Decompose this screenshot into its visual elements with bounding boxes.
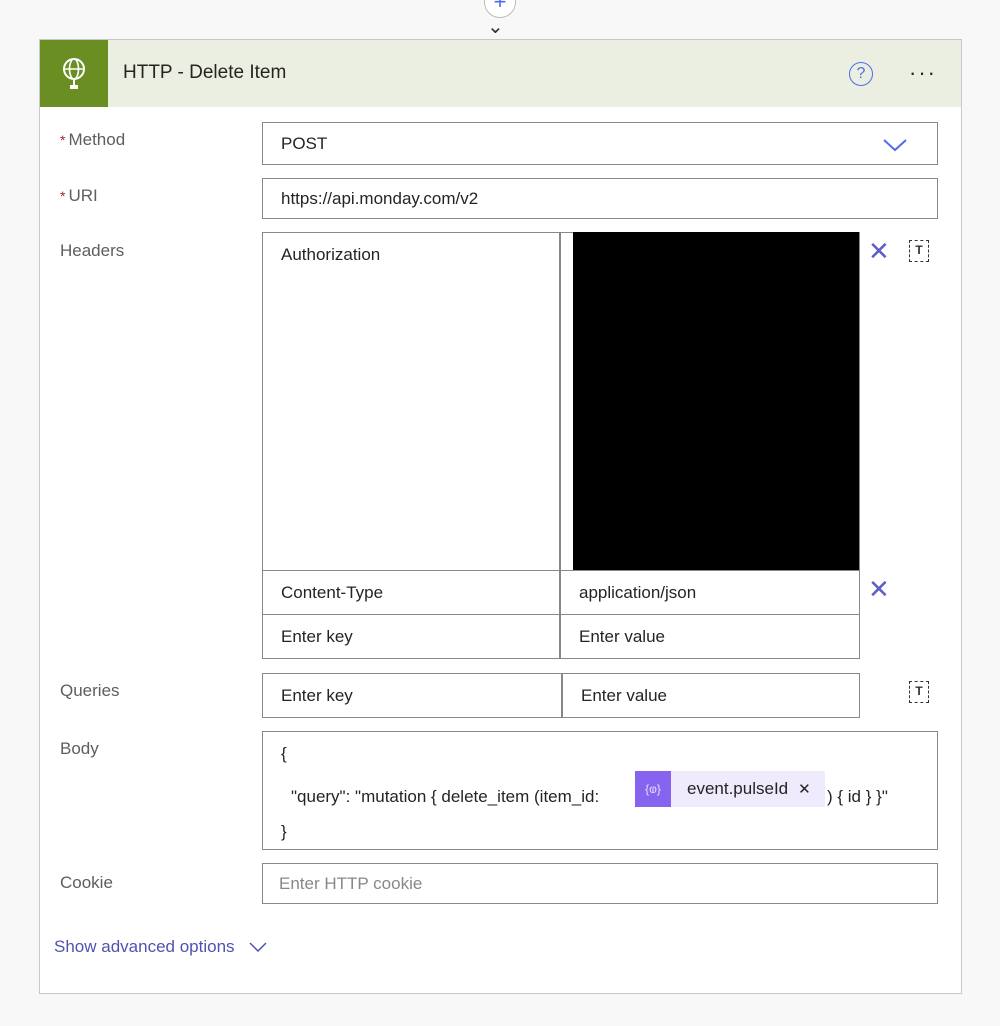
- header-value-input[interactable]: Enter value: [560, 614, 860, 659]
- cookie-input[interactable]: Enter HTTP cookie: [262, 863, 938, 904]
- uri-input[interactable]: https://api.monday.com/v2: [262, 178, 938, 219]
- cookie-label: Cookie: [60, 873, 113, 892]
- switch-text-mode-icon[interactable]: T: [909, 240, 929, 262]
- method-select[interactable]: POST: [262, 122, 938, 165]
- redacted-block: [573, 232, 859, 570]
- help-icon[interactable]: ?: [849, 62, 873, 86]
- card-title: HTTP - Delete Item: [123, 62, 287, 83]
- body-line: ) { id } }": [827, 787, 888, 806]
- body-line: "query": "mutation { delete_item (item_i…: [291, 787, 600, 806]
- body-line: {: [281, 744, 287, 763]
- expression-icon: {ⱷ}: [635, 771, 671, 807]
- header-key-input[interactable]: Authorization: [262, 232, 560, 571]
- more-options-icon[interactable]: ···: [909, 60, 937, 86]
- arrow-down-icon: ⌄: [487, 16, 504, 38]
- headers-label: Headers: [60, 241, 125, 260]
- show-advanced-options-link[interactable]: Show advanced options: [54, 937, 267, 957]
- delete-row-icon[interactable]: ✕: [868, 238, 890, 264]
- method-label: * Method: [60, 130, 126, 149]
- queries-label: Queries: [60, 681, 120, 700]
- query-value-input[interactable]: Enter value: [562, 673, 860, 718]
- chevron-down-icon: [249, 942, 267, 952]
- dynamic-content-token[interactable]: {ⱷ} event.pulseId ✕: [635, 771, 825, 807]
- chevron-down-icon: [883, 139, 907, 152]
- body-label: Body: [60, 739, 99, 758]
- delete-row-icon[interactable]: ✕: [868, 576, 890, 602]
- header-key-input[interactable]: Enter key: [262, 614, 560, 659]
- remove-token-icon[interactable]: ✕: [798, 780, 811, 798]
- uri-label: * URI: [60, 186, 98, 205]
- body-line: }: [281, 822, 287, 841]
- token-label: event.pulseId: [687, 779, 789, 798]
- header-key-input[interactable]: Content-Type: [262, 570, 560, 615]
- body-editor[interactable]: { "query": "mutation { delete_item (item…: [262, 731, 938, 850]
- query-key-input[interactable]: Enter key: [262, 673, 562, 718]
- http-globe-icon: [40, 40, 108, 107]
- switch-text-mode-icon[interactable]: T: [909, 681, 929, 703]
- header-value-input[interactable]: application/json: [560, 570, 860, 615]
